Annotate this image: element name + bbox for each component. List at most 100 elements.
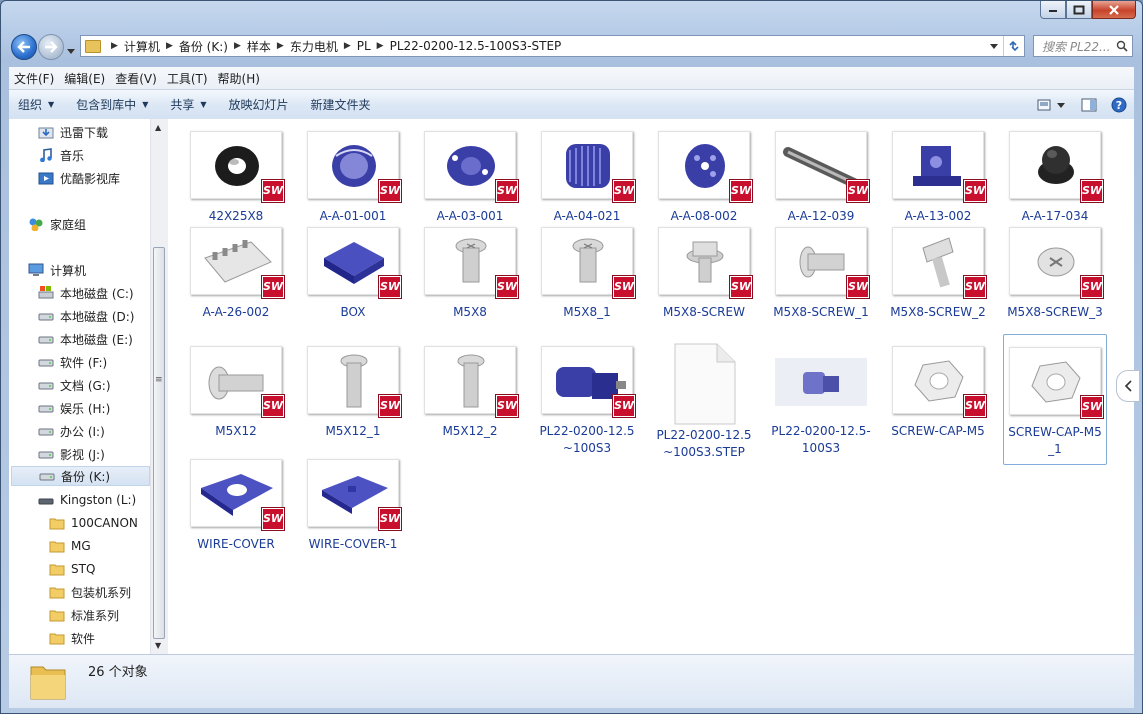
file-item[interactable]: SW M5X8-SCREW_1 [769, 215, 873, 327]
nav-item-youku-video[interactable]: 优酷影视库 [38, 168, 120, 188]
nav-item-homegroup[interactable]: 家庭组 [28, 214, 86, 234]
nav-label: 优酷影视库 [60, 171, 121, 186]
menu-edit[interactable]: 编辑(E) [59, 70, 110, 87]
file-thumbnail: SW [1009, 347, 1103, 418]
solidworks-badge-icon: SW [730, 276, 752, 298]
chevron-right-icon[interactable]: ▶ [166, 41, 173, 51]
breadcrumb-samples[interactable]: 样本 [247, 38, 271, 55]
nav-item-folder-software[interactable]: 软件 [49, 628, 95, 648]
maximize-icon[interactable] [1066, 1, 1092, 19]
solidworks-badge-icon: SW [730, 180, 752, 202]
change-view-button[interactable] [1030, 99, 1074, 111]
drive-icon [38, 428, 54, 436]
nav-item-folder-mg[interactable]: MG [49, 536, 91, 556]
forward-button[interactable] [38, 34, 64, 60]
menu-help[interactable]: 帮助(H) [213, 70, 265, 87]
include-in-library-button[interactable]: 包含到库中 ▼ [67, 96, 157, 113]
file-item[interactable]: SW M5X12_1 [301, 334, 405, 446]
expand-pane-button[interactable] [1116, 370, 1140, 402]
folder-icon [49, 610, 65, 622]
refresh-button[interactable] [1003, 36, 1024, 56]
new-folder-button[interactable]: 新建文件夹 [302, 96, 380, 113]
nav-item-music[interactable]: 音乐 [38, 145, 84, 165]
file-item[interactable]: SW M5X8 [418, 215, 522, 327]
nav-item-drive-i[interactable]: 办公 (I:) [38, 421, 105, 441]
breadcrumb-backup-drive[interactable]: 备份 (K:) [179, 38, 228, 55]
breadcrumb-computer[interactable]: 计算机 [124, 38, 160, 55]
preview-pane-button[interactable] [1074, 98, 1104, 112]
file-name: M5X8-SCREW_2 [890, 305, 986, 319]
breadcrumb-current-folder[interactable]: PL22-0200-12.5-100S3-STEP [390, 39, 562, 53]
file-item[interactable]: SW BOX [301, 215, 405, 327]
nav-item-folder-stq[interactable]: STQ [49, 559, 95, 579]
scroll-down-icon[interactable]: ▼ [155, 641, 161, 650]
file-item[interactable]: SW SCREW-CAP-M5 [886, 334, 990, 446]
file-item[interactable]: SW A-A-26-002 [184, 215, 288, 327]
chevron-down-icon[interactable] [985, 43, 1003, 49]
file-view: SW 42X25X8 SW A-A-01-001 SW A-A-03-001 SW A-A-0… [167, 119, 1140, 654]
file-item[interactable]: SW WIRE-COVER [184, 447, 288, 559]
nav-item-folder-100canon[interactable]: 100CANON [49, 513, 138, 533]
file-item[interactable]: SW M5X12_2 [418, 334, 522, 446]
breadcrumb-dongli-motor[interactable]: 东力电机 [290, 38, 338, 55]
back-button[interactable] [11, 34, 37, 60]
menu-tools[interactable]: 工具(T) [162, 70, 213, 87]
file-item[interactable]: SW WIRE-COVER-1 [301, 447, 405, 559]
solidworks-badge-icon: SW [1081, 276, 1103, 298]
nav-item-folder-packaging[interactable]: 包装机系列 [49, 582, 131, 602]
scroll-up-icon[interactable]: ▲ [155, 123, 161, 132]
nav-item-drive-j[interactable]: 影视 (J:) [38, 444, 105, 464]
solidworks-badge-icon: SW [964, 395, 986, 417]
chevron-right-icon[interactable]: ▶ [344, 41, 351, 51]
solidworks-badge-icon: SW [1081, 180, 1103, 202]
preview-pane-icon [1081, 98, 1097, 111]
scrollbar-thumb[interactable] [153, 247, 165, 639]
nav-pane-scrollbar[interactable]: ▲ ≡ ▼ [150, 119, 168, 654]
folder-icon [49, 541, 65, 553]
breadcrumb-pl[interactable]: PL [357, 39, 371, 53]
search-icon[interactable] [1116, 40, 1128, 52]
search-input[interactable]: 搜索 PL22... [1033, 35, 1133, 57]
nav-item-drive-g[interactable]: 文档 (G:) [38, 375, 111, 395]
file-item[interactable]: SW M5X12 [184, 334, 288, 446]
file-item[interactable]: SW SCREW-CAP-M5_1 [1003, 334, 1107, 465]
nav-item-drive-c[interactable]: 本地磁盘 (C:) [38, 283, 134, 303]
address-bar[interactable]: ▶ 计算机 ▶ 备份 (K:) ▶ 样本 ▶ 东力电机 ▶ PL ▶ PL22-… [80, 35, 1025, 57]
chevron-right-icon[interactable]: ▶ [277, 41, 284, 51]
file-item[interactable]: SW PL22-0200-12.5~100S3 [535, 334, 639, 463]
nav-item-drive-e[interactable]: 本地磁盘 (E:) [38, 329, 133, 349]
nav-item-drive-d[interactable]: 本地磁盘 (D:) [38, 306, 134, 326]
help-button[interactable]: ? [1104, 97, 1134, 113]
nav-item-folder-standard[interactable]: 标准系列 [49, 605, 119, 625]
recent-pages-dropdown[interactable] [67, 43, 75, 57]
file-thumbnail: SW [775, 131, 869, 202]
solidworks-badge-icon: SW [262, 508, 284, 530]
file-item[interactable]: SW M5X8-SCREW_2 [886, 215, 990, 327]
menu-file[interactable]: 文件(F) [9, 70, 59, 87]
nav-item-drive-h[interactable]: 娱乐 (H:) [38, 398, 110, 418]
file-item[interactable]: PL22-0200-12.5~100S3.STEP [652, 334, 756, 467]
chevron-right-icon[interactable]: ▶ [377, 41, 384, 51]
file-item[interactable]: PL22-0200-12.5-100S3 [769, 334, 873, 463]
nav-label: 备份 (K:) [61, 469, 111, 484]
file-item[interactable]: SW M5X8-SCREW [652, 215, 756, 327]
nav-item-kingston-l[interactable]: Kingston (L:) [38, 490, 136, 510]
slideshow-button[interactable]: 放映幻灯片 [220, 96, 298, 113]
menu-view[interactable]: 查看(V) [110, 70, 162, 87]
organize-button[interactable]: 组织 ▼ [9, 96, 63, 113]
nav-item-computer[interactable]: 计算机 [28, 260, 86, 280]
close-icon[interactable] [1092, 1, 1136, 19]
nav-item-drive-f[interactable]: 软件 (F:) [38, 352, 107, 372]
file-item[interactable]: SW M5X8_1 [535, 215, 639, 327]
nav-label: 软件 [71, 631, 96, 646]
nav-item-xunlei-download[interactable]: 迅雷下载 [38, 122, 108, 142]
file-thumbnail: SW [541, 227, 635, 298]
minimize-icon[interactable] [1040, 1, 1066, 19]
chevron-right-icon[interactable]: ▶ [234, 41, 241, 51]
share-button[interactable]: 共享 ▼ [161, 96, 215, 113]
solidworks-badge-icon: SW [964, 180, 986, 202]
file-item[interactable]: SW M5X8-SCREW_3 [1003, 215, 1107, 327]
command-bar: 组织 ▼ 包含到库中 ▼ 共享 ▼ 放映幻灯片 新建文件夹 ? [9, 90, 1134, 120]
status-bar: 26 个对象 [9, 654, 1134, 708]
nav-item-drive-k[interactable]: 备份 (K:) [11, 466, 150, 486]
